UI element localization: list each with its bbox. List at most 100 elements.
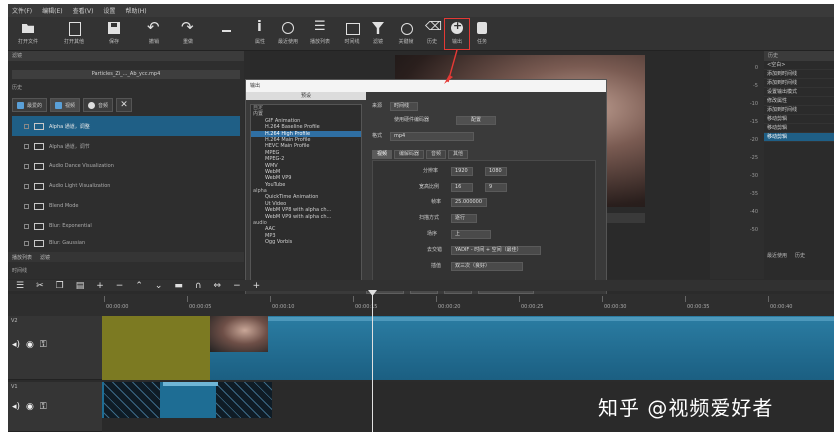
list-item[interactable]: Alpha 通道，调节 [12, 136, 240, 156]
overwrite-icon[interactable]: ⌄ [155, 281, 163, 291]
tab-codec[interactable]: 编解码器 [394, 150, 425, 159]
list-item[interactable]: Blend Mode [12, 196, 240, 216]
list-item[interactable]: Blur: Exponential [12, 216, 240, 236]
zoom-out-icon[interactable]: − [233, 281, 241, 291]
checkbox[interactable] [24, 183, 29, 189]
export-button[interactable]: 输出 [444, 18, 470, 50]
preset-item[interactable]: Ogg Vorbis [251, 239, 361, 245]
history-item[interactable]: 添加到时间线 [764, 106, 834, 115]
lock-icon[interactable]: ⚿ [40, 340, 47, 350]
history-item[interactable]: 移动剪辑 [764, 115, 834, 124]
tab-other[interactable]: 其他 [448, 150, 469, 159]
history-item[interactable]: 修改属性 [764, 97, 834, 106]
menu-bar: 文件(F) 编辑(E) 查看(V) 设置 帮助(H) [8, 4, 834, 17]
history-item[interactable]: <空白> [764, 61, 834, 70]
tab-recent[interactable]: 最近使用 [767, 252, 787, 259]
config-button[interactable]: 配置 [456, 116, 496, 125]
snap-icon[interactable]: ∩ [195, 281, 202, 291]
checkbox[interactable] [24, 143, 29, 149]
menu-edit[interactable]: 编辑(E) [42, 6, 62, 15]
cut-icon[interactable]: ✂ [36, 281, 44, 291]
tab-favorite[interactable]: 最爱的 [12, 98, 48, 112]
checkbox[interactable] [24, 240, 29, 246]
eye-icon[interactable]: ◉ [26, 402, 34, 412]
deinterlace-select[interactable]: YADIF - 时间 + 空间（最佳） [451, 246, 541, 255]
ruler-tick-label: 00:00:05 [189, 304, 212, 310]
tab-audio-settings[interactable]: 音频 [426, 150, 447, 159]
menu-help[interactable]: 帮助(H) [125, 6, 146, 15]
aspect-num[interactable]: 16 [451, 183, 473, 192]
playlist-icon [313, 19, 327, 35]
ruler-tick-label: 00:00:20 [438, 304, 461, 310]
ruler-tick-label: 00:00:00 [106, 304, 129, 310]
checkbox[interactable] [24, 203, 29, 209]
ruler-tick-line [353, 296, 354, 302]
paste-icon[interactable]: ▤ [76, 281, 85, 291]
history-item[interactable]: 移动剪辑 [764, 124, 834, 133]
scan-mode-select[interactable]: 逐行 [451, 214, 477, 223]
open-other-button[interactable]: 打开其他 [56, 19, 92, 49]
split-icon[interactable]: ▬ [174, 281, 183, 291]
history-item[interactable]: 添加到时间线 [764, 70, 834, 79]
tab-history[interactable]: 历史 [795, 252, 805, 259]
menu-file[interactable]: 文件(F) [12, 6, 32, 15]
interpolation-select[interactable]: 双三次（良好） [451, 262, 523, 271]
tab-audio[interactable]: 音频 [83, 98, 114, 112]
fullscreen-button[interactable] [208, 19, 244, 49]
menu-icon[interactable]: ☰ [16, 281, 24, 291]
tab-playlist[interactable]: 播放列表 [12, 254, 32, 261]
jobs-button[interactable]: 任务 [470, 19, 494, 49]
framerate-input[interactable]: 25.000000 [451, 198, 487, 207]
tab-video[interactable]: 视频 [50, 98, 81, 112]
audio-meter: 0 -5 -10 -15 -20 -25 -30 -35 -40 -50 [710, 51, 764, 279]
redo-button[interactable]: 重做 [170, 18, 206, 49]
field-order-select[interactable]: 上 [451, 230, 491, 239]
meter-tick: -15 [749, 119, 758, 125]
menu-settings[interactable]: 设置 [103, 6, 115, 15]
meter-tick: 0 [754, 65, 758, 71]
save-button[interactable]: 保存 [96, 19, 132, 49]
track-header-v1: V1 ◂) ◉ ⚿ [8, 382, 102, 432]
source-select[interactable]: 时间线 [390, 102, 418, 111]
remove-icon[interactable]: − [116, 281, 124, 291]
resolution-width[interactable]: 1920 [451, 167, 473, 176]
lock-icon[interactable]: ⚿ [40, 402, 47, 412]
checkbox[interactable] [24, 223, 29, 229]
ruler-tick-line [685, 296, 686, 302]
undo-button[interactable]: 撤销 [136, 18, 172, 49]
checkbox[interactable] [24, 163, 29, 169]
playhead[interactable] [372, 292, 373, 432]
timeline-clip[interactable] [210, 316, 834, 380]
close-icon[interactable]: ✕ [116, 98, 133, 112]
list-item[interactable]: Alpha 通道，调整 [12, 116, 240, 136]
history-bottom-tabs: 最近使用 历史 [767, 252, 805, 259]
list-item[interactable]: Audio Light Visualization [12, 176, 240, 196]
format-select[interactable]: mp4 [390, 132, 474, 141]
clip-waveform [268, 317, 834, 321]
tab-filters[interactable]: 滤镜 [40, 254, 50, 261]
history-item[interactable]: 添加到时间线 [764, 79, 834, 88]
append-icon[interactable]: + [96, 281, 104, 291]
history-item-selected[interactable]: 移动剪辑 [764, 133, 834, 142]
list-item[interactable]: Blur: Gaussian [12, 236, 240, 250]
open-file-button[interactable]: 打开文件 [10, 19, 46, 49]
menu-view[interactable]: 查看(V) [73, 6, 94, 15]
lift-icon[interactable]: ⌃ [135, 281, 143, 291]
playlist-button[interactable]: 播放列表 [302, 19, 338, 49]
checkbox[interactable] [24, 123, 29, 129]
timeline-ruler[interactable]: 00:00:00 00:00:05 00:00:10 00:00:15 00:00:20… [8, 294, 834, 316]
audio-icon[interactable]: ◂) [12, 402, 20, 412]
ripple-icon[interactable]: ⇔ [214, 281, 222, 291]
list-item[interactable]: Audio Dance Visualization [12, 156, 240, 176]
copy-icon[interactable]: ❐ [56, 281, 64, 291]
aspect-den[interactable]: 9 [485, 183, 507, 192]
timeline-clip[interactable] [102, 316, 210, 380]
zoom-in-icon[interactable]: + [253, 281, 261, 291]
recent-button[interactable]: 最近使用 [270, 19, 306, 49]
eye-icon[interactable]: ◉ [26, 340, 34, 350]
resolution-height[interactable]: 1080 [485, 167, 507, 176]
tab-video-settings[interactable]: 视频 [372, 150, 393, 159]
audio-icon[interactable]: ◂) [12, 340, 20, 350]
history-item[interactable]: 设置输出模式 [764, 88, 834, 97]
ruler-tick-line [602, 296, 603, 302]
